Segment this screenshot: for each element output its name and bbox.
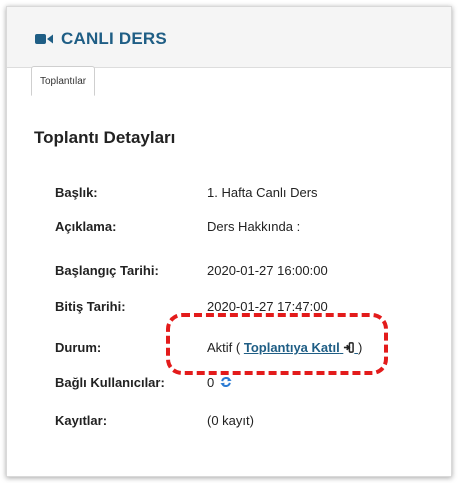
section-title: Toplantı Detayları [34,128,176,147]
connected-users-value: 0 [207,375,232,390]
detail-label: Bitiş Tarihi: [55,299,126,314]
header-title: CANLI DERS [35,29,167,49]
video-camera-icon [35,34,53,44]
panel-header: CANLI DERS [7,7,451,68]
detail-value: 2020-01-27 16:00:00 [207,263,328,278]
connected-users-count: 0 [207,375,215,390]
detail-label: Bağlı Kullanıcılar: [55,375,165,390]
tab-toplantilar[interactable]: Toplantılar [31,66,96,96]
status-value: Aktif ( Toplantıya Katıl ) [207,340,362,355]
detail-value: (0 kayıt) [207,413,254,428]
detail-label: Başlangıç Tarihi: [55,263,159,278]
detail-label: Kayıtlar: [55,413,108,428]
detail-label: Açıklama: [55,219,117,234]
detail-label: Durum: [55,340,102,355]
live-lesson-panel: CANLI DERS Toplantılar Toplantı Detaylar… [6,6,452,477]
detail-label: Başlık: [55,185,98,200]
join-meeting-label[interactable]: Toplantıya Katıl [244,340,340,355]
status-text: Aktif ( [207,340,241,355]
detail-value: Ders Hakkında : [207,219,301,234]
detail-value: 1. Hafta Canlı Ders [207,185,318,200]
status-suffix: ) [357,340,363,355]
header-title-text: CANLI DERS [61,29,167,48]
refresh-icon[interactable] [220,376,232,388]
detail-value: 2020-01-27 17:47:00 [207,299,328,314]
join-meeting-link[interactable]: Toplantıya Katıl [244,340,358,355]
sign-in-icon[interactable] [343,342,355,353]
